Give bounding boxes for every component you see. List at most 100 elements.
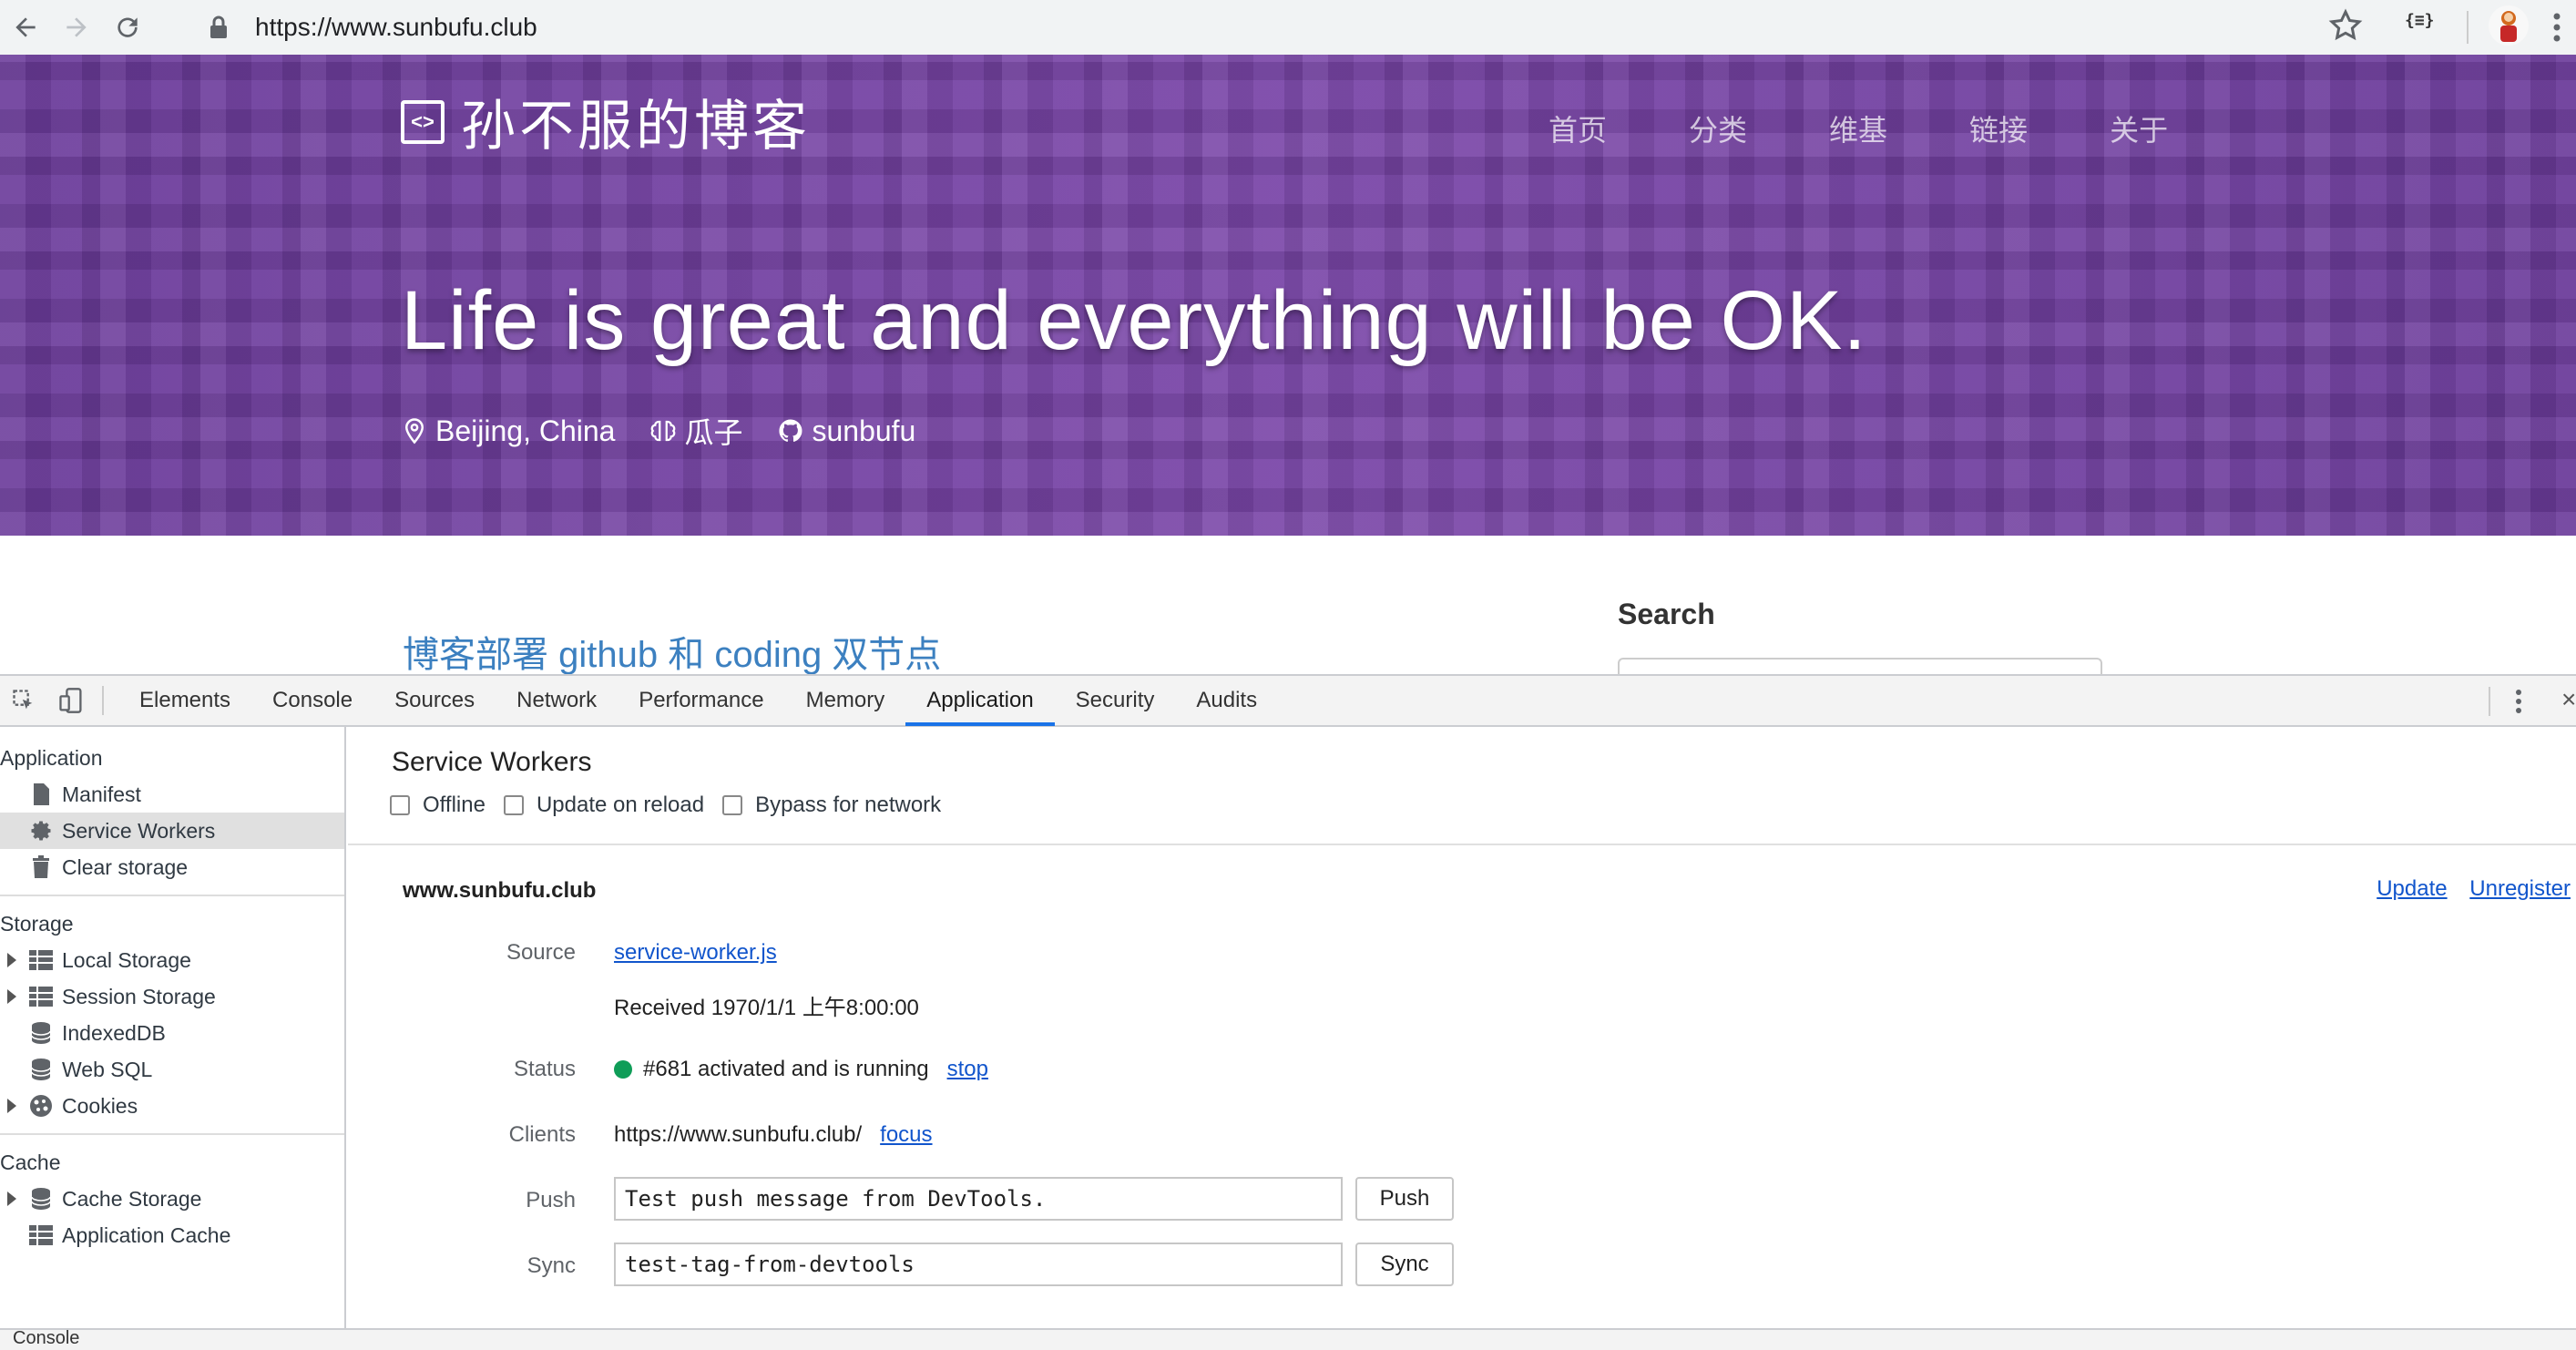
trash-icon	[27, 854, 55, 881]
nav-links[interactable]: 链接	[1969, 107, 2028, 149]
sidebar-item-label: Service Workers	[62, 818, 216, 843]
sidebar-item-session-storage[interactable]: Session Storage	[0, 978, 344, 1015]
site-nav: 首页 分类 维基 链接 关于	[1549, 107, 2250, 149]
sidebar-item-application-cache[interactable]: Application Cache	[0, 1217, 344, 1253]
expand-arrow-icon[interactable]	[7, 1191, 16, 1206]
forward-button[interactable]	[51, 2, 102, 53]
stop-link[interactable]: stop	[947, 1057, 988, 1082]
tab-audits[interactable]: Audits	[1175, 675, 1278, 726]
nav-wiki[interactable]: 维基	[1829, 107, 1887, 149]
bypass-for-network-checkbox[interactable]: Bypass for network	[722, 793, 941, 818]
tab-sources[interactable]: Sources	[373, 675, 496, 726]
expand-arrow-icon[interactable]	[7, 1099, 16, 1113]
sidebar-item-clear-storage[interactable]: Clear storage	[0, 849, 344, 885]
sidebar-item-label: Cookies	[62, 1093, 138, 1118]
tab-network[interactable]: Network	[496, 675, 618, 726]
tab-security[interactable]: Security	[1055, 675, 1176, 726]
tab-console[interactable]: Console	[251, 675, 373, 726]
inspect-element-icon[interactable]	[0, 675, 47, 726]
checkbox-box[interactable]	[390, 795, 410, 815]
update-link[interactable]: Update	[2377, 876, 2447, 901]
sidebar-item-label: Manifest	[62, 782, 141, 806]
push-label: Push	[526, 1188, 576, 1212]
github-username[interactable]: sunbufu	[812, 414, 915, 448]
unregister-link[interactable]: Unregister	[2469, 876, 2571, 901]
nav-home[interactable]: 首页	[1549, 107, 1607, 149]
sync-tag-input[interactable]	[614, 1243, 1343, 1286]
profile-avatar[interactable]	[2489, 5, 2529, 46]
location-text: Beijing, China	[435, 414, 616, 447]
source-value: service-worker.js	[614, 940, 777, 966]
sidebar-divider	[0, 895, 344, 896]
sidebar-item-label: Local Storage	[62, 947, 191, 972]
source-file-link[interactable]: service-worker.js	[614, 940, 777, 966]
nav-about[interactable]: 关于	[2110, 107, 2168, 149]
sidebar-item-manifest[interactable]: Manifest	[0, 776, 344, 813]
post-title-link[interactable]: 博客部署 github 和 coding 双节点	[403, 625, 941, 678]
code-bracket-icon: <>	[401, 99, 445, 144]
tab-performance[interactable]: Performance	[618, 675, 784, 726]
sidebar-item-label: Application Cache	[62, 1222, 231, 1247]
brain-icon	[651, 420, 676, 442]
browser-menu-icon[interactable]	[2550, 9, 2563, 50]
devtools-tabbar: Elements Console Sources Network Perform…	[0, 676, 2576, 727]
sidebar-item-local-storage[interactable]: Local Storage	[0, 942, 344, 978]
site-brand[interactable]: <> 孙不服的博客	[401, 82, 811, 161]
checkbox-label: Update on reload	[536, 793, 705, 817]
site-title[interactable]: 孙不服的博客	[461, 82, 811, 161]
lock-icon[interactable]	[200, 15, 237, 39]
sidebar-item-cache-storage[interactable]: Cache Storage	[0, 1181, 344, 1217]
received-text: Received 1970/1/1 上午8:00:00	[614, 996, 919, 1020]
device-toolbar-icon[interactable]	[47, 675, 95, 726]
console-drawer[interactable]: Console	[0, 1328, 2576, 1350]
sidebar-item-service-workers[interactable]: Service Workers	[0, 813, 344, 849]
sidebar-item-indexeddb[interactable]: IndexedDB	[0, 1015, 344, 1051]
worker-origin: www.sunbufu.club	[403, 878, 597, 903]
service-workers-panel: Service Workers Offline Update on reload…	[348, 727, 2576, 1350]
status-dot-icon	[614, 1060, 632, 1079]
reload-button[interactable]	[102, 2, 153, 53]
checkbox-box[interactable]	[722, 795, 743, 815]
clients-label: Clients	[508, 1122, 576, 1147]
json-viewer-extension-icon[interactable]: {≡}	[2405, 11, 2435, 30]
tab-elements[interactable]: Elements	[118, 675, 251, 726]
status-text: #681 activated and is running	[643, 1057, 929, 1081]
clients-value: https://www.sunbufu.club/ focus	[614, 1122, 933, 1148]
focus-link[interactable]: focus	[880, 1122, 932, 1148]
sidebar-item-label: Web SQL	[62, 1057, 153, 1081]
expand-arrow-icon[interactable]	[7, 989, 16, 1004]
search-heading: Search	[1618, 598, 1715, 630]
worker-actions: Update Unregister	[2360, 876, 2571, 902]
sidebar-item-label: Session Storage	[62, 984, 216, 1008]
push-button[interactable]: Push	[1355, 1177, 1454, 1221]
nav-categories[interactable]: 分类	[1689, 107, 1747, 149]
browser-toolbar: https://www.sunbufu.club {≡}	[0, 0, 2576, 55]
blog-header: <> 孙不服的博客 首页 分类 维基 链接 关于 Life is great a…	[0, 55, 2576, 536]
grid-icon	[27, 1222, 55, 1249]
grid-icon	[27, 983, 55, 1010]
tab-application[interactable]: Application	[905, 675, 1055, 726]
drawer-label[interactable]: Console	[13, 1328, 79, 1349]
url-text[interactable]: https://www.sunbufu.club	[255, 13, 537, 42]
checkbox-box[interactable]	[503, 795, 524, 815]
close-devtools-icon[interactable]: ×	[2561, 685, 2576, 714]
nickname-item: 瓜子	[649, 410, 742, 452]
toolbar-divider	[2467, 11, 2469, 44]
bookmark-star-icon[interactable]	[2327, 7, 2364, 48]
offline-checkbox[interactable]: Offline	[390, 793, 486, 818]
devtools-menu-icon[interactable]	[2514, 687, 2523, 721]
address-bar[interactable]: https://www.sunbufu.club	[182, 4, 2387, 51]
push-message-input[interactable]	[614, 1177, 1343, 1221]
sidebar-item-web-sql[interactable]: Web SQL	[0, 1051, 344, 1088]
github-item[interactable]: sunbufu	[777, 414, 915, 448]
tabbar-divider	[102, 686, 104, 715]
update-on-reload-checkbox[interactable]: Update on reload	[503, 793, 705, 818]
database-icon	[27, 1056, 55, 1083]
expand-arrow-icon[interactable]	[7, 953, 16, 967]
sync-button[interactable]: Sync	[1355, 1243, 1454, 1286]
location-item: Beijing, China	[401, 414, 615, 448]
tab-memory[interactable]: Memory	[785, 675, 906, 726]
tabbar-right-divider	[2489, 687, 2490, 716]
sidebar-item-cookies[interactable]: Cookies	[0, 1088, 344, 1124]
back-button[interactable]	[0, 2, 51, 53]
